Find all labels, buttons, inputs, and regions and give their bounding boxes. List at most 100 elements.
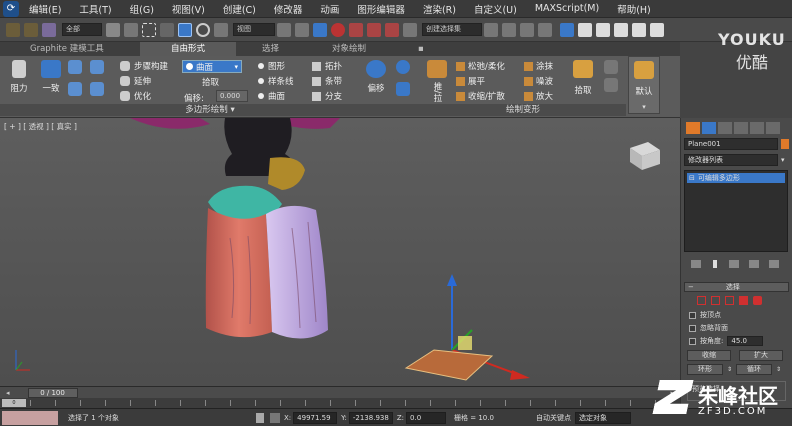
reference-coordinate-dropdown[interactable]: 视图 [233,23,275,36]
tab-object-paint[interactable]: 对象绘制 [324,42,404,56]
make-unique-icon[interactable] [729,260,739,268]
tab-freeform[interactable]: 自由形式 [140,42,236,56]
loop-spinner-icon[interactable]: ⇕ [776,366,781,373]
step-build-button[interactable]: 步骤构建 [120,60,168,72]
prev-frame-icon[interactable]: ◂ [6,389,10,397]
deform-pick-button[interactable]: 拾取 [570,60,596,96]
conform-vertex-icon[interactable] [68,82,82,96]
remove-modifier-icon[interactable] [749,260,759,268]
menu-group[interactable]: 组(G) [130,2,154,16]
app-logo-icon[interactable]: ⟳ [3,0,19,17]
viewport-label[interactable]: [ + ] [ 透视 ] [ 真实 ] [4,121,77,132]
y-coordinate-field[interactable]: -2138.938 [348,411,393,424]
ignore-backfacing-row[interactable]: 忽略背面 [681,320,792,333]
named-selection-dropdown[interactable]: 创建选择集 [422,23,482,36]
default-button[interactable]: 默认 ▾ [628,56,660,114]
select-manipulate-icon[interactable] [295,22,309,37]
cube-icon[interactable] [396,82,410,96]
flatten-button[interactable]: 展平 [456,75,485,87]
menu-create[interactable]: 创建(C) [223,2,256,16]
menu-rendering[interactable]: 渲染(R) [423,2,456,16]
expand-icon[interactable]: ⊟ [689,174,695,182]
menu-graph-editors[interactable]: 图形编辑器 [357,2,405,16]
commit-icon[interactable] [604,78,618,92]
ring-spinner-icon[interactable]: ⇕ [727,366,732,373]
tab-selection[interactable]: 选择 [254,42,314,56]
percent-snap-icon[interactable] [367,22,381,37]
render-production-icon[interactable] [650,22,664,37]
menu-edit[interactable]: 编辑(E) [29,2,61,16]
menu-modifiers[interactable]: 修改器 [274,2,303,16]
grow-button[interactable]: 扩大 [739,350,783,361]
menu-customize[interactable]: 自定义(U) [474,2,517,16]
edit-named-selection-icon[interactable] [403,22,417,37]
topology-button[interactable]: 拓扑 [312,60,342,72]
selection-rollout-header[interactable]: − 选择 [684,282,789,292]
mirror-icon[interactable] [484,22,498,37]
polydraw-group-title[interactable]: 多边形绘制 ▾ [0,104,420,116]
conform-move-icon[interactable] [68,60,82,74]
selection-filter-dropdown[interactable]: 全部 [62,23,102,36]
motion-tab-icon[interactable] [734,122,748,134]
menu-maxscript[interactable]: MAXScript(M) [535,3,599,14]
resistance-button[interactable]: 阻力 [8,60,30,94]
utilities-tab-icon[interactable] [766,122,780,134]
z-coordinate-field[interactable]: 0.0 [406,411,447,424]
layer-manager-icon[interactable] [520,22,534,37]
time-slider[interactable]: ◂ 0 / 100 ▸ [0,386,680,398]
element-level-icon[interactable] [753,296,762,305]
conform-relax-icon[interactable] [90,82,104,96]
shrink-expand-button[interactable]: 收缩/扩散 [456,90,505,102]
display-tab-icon[interactable] [750,122,764,134]
angle-spinner[interactable]: 45.0 [727,336,764,346]
by-vertex-row[interactable]: 按顶点 [681,305,792,320]
sphere-icon[interactable] [396,60,410,74]
link-icon[interactable] [6,22,20,37]
vertex-level-icon[interactable] [697,296,706,305]
surface-option[interactable]: 曲面 [258,90,285,102]
strips-button[interactable]: 条带 [312,75,342,87]
border-level-icon[interactable] [725,296,734,305]
splines-option[interactable]: 样条线 [258,75,294,87]
revert-icon[interactable] [604,60,618,74]
noise-button[interactable]: 噪波 [524,75,553,87]
offset-button[interactable]: 偏移 [364,60,388,94]
ribbon-options-icon[interactable]: ▪ ▾ [410,42,430,68]
menu-views[interactable]: 视图(V) [172,2,205,16]
offset-spinner[interactable]: 0.000 [216,90,248,102]
ignore-backfacing-checkbox[interactable] [689,324,696,332]
snaps-toggle-icon[interactable] [331,22,345,37]
loop-button[interactable]: 循环 [736,364,773,375]
align-icon[interactable] [502,22,516,37]
extend-button[interactable]: 延伸 [120,75,151,87]
graphite-toggle-icon[interactable] [538,22,552,37]
menu-tools[interactable]: 工具(T) [79,2,111,16]
rect-selection-icon[interactable] [142,22,156,37]
chevron-down-icon[interactable]: ▾ [781,156,785,164]
select-object-icon[interactable] [106,22,120,37]
branches-button[interactable]: 分支 [312,90,342,102]
ring-button[interactable]: 环形 [687,364,723,375]
by-angle-checkbox[interactable] [689,337,696,345]
x-coordinate-field[interactable]: 49971.59 [293,411,338,424]
paint-deform-group-title[interactable]: 绘制变形 [420,104,626,116]
rendered-frame-icon[interactable] [632,22,646,37]
select-by-name-icon[interactable] [124,22,138,37]
pick-label[interactable]: 拾取 [202,76,219,88]
shrink-button[interactable]: 收缩 [687,350,731,361]
scale-icon[interactable] [214,22,228,37]
key-filter-dropdown[interactable]: 选定对象 [575,411,632,424]
gizmo-plane-handle[interactable] [458,336,472,350]
menu-animation[interactable]: 动画 [320,2,339,16]
smudge-button[interactable]: 涂抹 [524,60,553,72]
pivot-center-icon[interactable] [277,22,291,37]
lock-selection-icon[interactable] [256,412,264,423]
amplify-button[interactable]: 放大 [524,90,553,102]
schematic-view-icon[interactable] [578,22,592,37]
window-crossing-icon[interactable] [160,22,174,37]
create-tab-icon[interactable] [686,122,700,134]
relax-soften-button[interactable]: 松弛/柔化 [456,60,505,72]
hierarchy-tab-icon[interactable] [718,122,732,134]
show-end-result-icon[interactable] [713,260,717,268]
maxscript-listener[interactable] [2,410,58,425]
